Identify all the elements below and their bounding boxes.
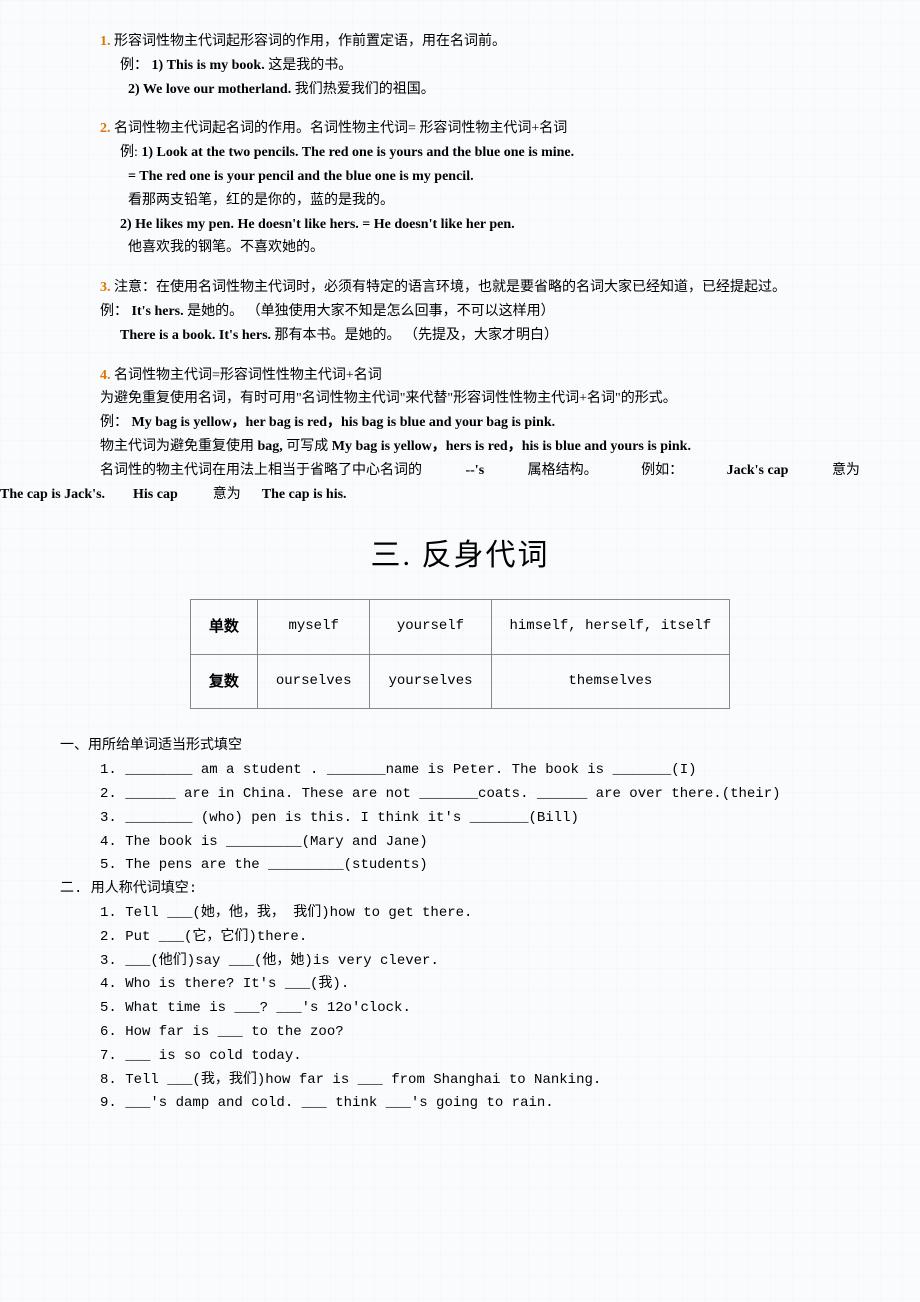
exB-q4: 4. Who is there? It's ___(我). bbox=[60, 973, 860, 997]
section-1: 1. 形容词性物主代词起形容词的作用，作前置定语，用在名词前。 例： 1) Th… bbox=[60, 30, 860, 101]
sec3-text: 注意：在使用名词性物主代词时，必须有特定的语言环境，也就是要省略的名词大家已经知… bbox=[114, 280, 786, 295]
table-row: 单数 myself yourself himself, herself, its… bbox=[190, 600, 729, 655]
table-cell: himself, herself, itself bbox=[491, 600, 730, 655]
sec1-ex1: 例： 1) This is my book. 这是我的书。 bbox=[60, 54, 860, 78]
lrow-b: His cap bbox=[133, 487, 178, 502]
jrow-a: 名词性的物主代词在用法上相当于省略了中心名词的 bbox=[100, 459, 422, 483]
sec2-ex2: 2) He likes my pen. He doesn't like hers… bbox=[60, 213, 860, 237]
sec2-ex2-en: 2) He likes my pen. He doesn't like hers… bbox=[120, 217, 515, 232]
sec1-ex2: 2) We love our motherland. 我们热爱我们的祖国。 bbox=[60, 78, 860, 102]
sec1-ex2-en: 2) We love our motherland. bbox=[128, 82, 291, 97]
sec3-ex2-cn: 那有本书。是她的。 （先提及，大家才明白） bbox=[275, 328, 559, 343]
sec3-num: 3. bbox=[100, 280, 111, 295]
table-cell: myself bbox=[257, 600, 370, 655]
example-label: 例： bbox=[120, 58, 148, 73]
sec4-l3b: bag, bbox=[254, 439, 283, 454]
sec2-ex2-cn: 他喜欢我的钢笔。不喜欢她的。 bbox=[60, 236, 860, 260]
sec3-ex2-en: There is a book. It's hers. bbox=[120, 328, 271, 343]
table-cell: themselves bbox=[491, 654, 730, 709]
table-row: 复数 ourselves yourselves themselves bbox=[190, 654, 729, 709]
exB-q5: 5. What time is ___? ___'s 12o'clock. bbox=[60, 997, 860, 1021]
sec2-num: 2. bbox=[100, 121, 111, 136]
exA-q3: 3. ________ (who) pen is this. I think i… bbox=[60, 807, 860, 831]
sec2-ex1: 例: 1) Look at the two pencils. The red o… bbox=[60, 141, 860, 165]
sec4-l3d: My bag is yellow，hers is red，his is blue… bbox=[328, 439, 691, 454]
sec2-line1: 2. 名词性物主代词起名词的作用。名词性物主代词= 形容词性物主代词+名词 bbox=[60, 117, 860, 141]
sec4-ex1: My bag is yellow，her bag is red，his bag … bbox=[132, 415, 556, 430]
exercise-b: 二. 用人称代词填空: 1. Tell ___(她，他，我， 我们)how to… bbox=[60, 878, 860, 1116]
sec4-justify-row: 名词性的物主代词在用法上相当于省略了中心名词的 --'s 属格结构。 例如： J… bbox=[60, 459, 860, 483]
exercise-b-title: 二. 用人称代词填空: bbox=[60, 878, 860, 902]
jrow-f: 意为 bbox=[832, 459, 860, 483]
sec1-ex1-en: 1) This is my book. bbox=[152, 58, 265, 73]
section-2: 2. 名词性物主代词起名词的作用。名词性物主代词= 形容词性物主代词+名词 例:… bbox=[60, 117, 860, 260]
exA-q4: 4. The book is _________(Mary and Jane) bbox=[60, 831, 860, 855]
exercise-a: 一、用所给单词适当形式填空 1. ________ am a student .… bbox=[60, 735, 860, 878]
jrow-b: --'s bbox=[465, 459, 484, 483]
exB-q6: 6. How far is ___ to the zoo? bbox=[60, 1021, 860, 1045]
sec1-num: 1. bbox=[100, 34, 111, 49]
sec1-line1: 1. 形容词性物主代词起形容词的作用，作前置定语，用在名词前。 bbox=[60, 30, 860, 54]
section-4: 4. 名词性物主代词=形容词性性物主代词+名词 为避免重复使用名词，有时可用"名… bbox=[60, 364, 860, 507]
sec2-ex1-en: 1) Look at the two pencils. The red one … bbox=[141, 145, 574, 160]
table-cell: ourselves bbox=[257, 654, 370, 709]
section-title-3: 三. 反身代词 bbox=[60, 530, 860, 581]
sec4-line3: 物主代词为避免重复使用 bag, 可写成 My bag is yellow，he… bbox=[60, 435, 860, 459]
exB-q1: 1. Tell ___(她，他，我， 我们)how to get there. bbox=[60, 902, 860, 926]
jrow-e: Jack's cap bbox=[727, 459, 789, 483]
exercise-a-title: 一、用所给单词适当形式填空 bbox=[60, 735, 860, 759]
sec4-num: 4. bbox=[100, 368, 111, 383]
sec4-last-row: The cap is Jack's. His cap 意为 The cap is… bbox=[0, 483, 870, 507]
exB-q9: 9. ___'s damp and cold. ___ think ___'s … bbox=[60, 1092, 860, 1116]
sec3-ex2: There is a book. It's hers. 那有本书。是她的。 （先… bbox=[60, 324, 860, 348]
exA-q1: 1. ________ am a student . _______name i… bbox=[60, 759, 860, 783]
exB-q2: 2. Put ___(它，它们)there. bbox=[60, 926, 860, 950]
sec1-ex1-cn: 这是我的书。 bbox=[268, 58, 352, 73]
table-cell: yourselves bbox=[370, 654, 491, 709]
exA-q2: 2. ______ are in China. These are not __… bbox=[60, 783, 860, 807]
sec1-ex2-cn: 我们热爱我们的祖国。 bbox=[295, 82, 435, 97]
exB-q8: 8. Tell ___(我，我们)how far is ___ from Sha… bbox=[60, 1069, 860, 1093]
sec4-line2: 为避免重复使用名词，有时可用"名词性物主代词"来代替"形容词性性物主代词+名词"… bbox=[60, 387, 860, 411]
sec2-text: 名词性物主代词起名词的作用。名词性物主代词= 形容词性物主代词+名词 bbox=[114, 121, 567, 136]
sec3-line1: 3. 注意：在使用名词性物主代词时，必须有特定的语言环境，也就是要省略的名词大家… bbox=[60, 276, 860, 300]
sec4-l3c: 可写成 bbox=[286, 439, 328, 454]
lrow-d: The cap is his. bbox=[262, 487, 347, 502]
sec3-ex1: 例： It's hers. 是她的。 （单独使用大家不知是怎么回事，不可以这样用… bbox=[60, 300, 860, 324]
section-3: 3. 注意：在使用名词性物主代词时，必须有特定的语言环境，也就是要省略的名词大家… bbox=[60, 276, 860, 347]
example-label: 例： bbox=[100, 304, 128, 319]
sec2-ex1-cn: 看那两支铅笔，红的是你的，蓝的是我的。 bbox=[60, 189, 860, 213]
sec4-line1: 4. 名词性物主代词=形容词性性物主代词+名词 bbox=[60, 364, 860, 388]
sec4-text: 名词性物主代词=形容词性性物主代词+名词 bbox=[114, 368, 382, 383]
sec3-ex1-cn: 是她的。 （单独使用大家不知是怎么回事，不可以这样用） bbox=[187, 304, 555, 319]
sec2-ex1b: = The red one is your pencil and the blu… bbox=[60, 165, 860, 189]
table-header-singular: 单数 bbox=[190, 600, 257, 655]
sec4-l3a: 物主代词为避免重复使用 bbox=[100, 439, 254, 454]
lrow-a: The cap is Jack's. bbox=[0, 487, 105, 502]
sec4-ex: 例： My bag is yellow，her bag is red，his b… bbox=[60, 411, 860, 435]
sec1-text: 形容词性物主代词起形容词的作用，作前置定语，用在名词前。 bbox=[114, 34, 506, 49]
example-label: 例: bbox=[120, 145, 138, 160]
sec3-ex1-en: It's hers. bbox=[132, 304, 184, 319]
exA-q5: 5. The pens are the _________(students) bbox=[60, 854, 860, 878]
table-cell: yourself bbox=[370, 600, 491, 655]
table-header-plural: 复数 bbox=[190, 654, 257, 709]
jrow-c: 属格结构。 bbox=[528, 459, 598, 483]
exB-q3: 3. ___(他们)say ___(他，她)is very clever. bbox=[60, 950, 860, 974]
exB-q7: 7. ___ is so cold today. bbox=[60, 1045, 860, 1069]
lrow-c: 意为 bbox=[213, 487, 241, 502]
reflexive-pronoun-table: 单数 myself yourself himself, herself, its… bbox=[190, 599, 730, 709]
jrow-d: 例如： bbox=[641, 459, 683, 483]
example-label: 例： bbox=[100, 415, 128, 430]
